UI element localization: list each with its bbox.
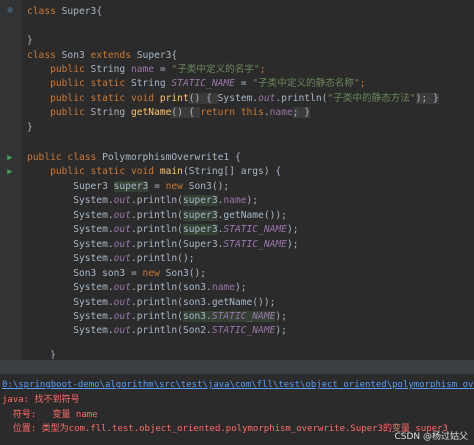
code-line-15: System.out.println(super3.getName()); — [27, 210, 287, 221]
error-file-path-link[interactable]: 0:\springboot-demo\algorithm\src\test\ja… — [2, 378, 474, 392]
code-line-19: Son3 son3 = new Son3(); — [27, 268, 207, 279]
error-location: 位置: 类型为com.fll.test.object_oriented.poly… — [2, 424, 448, 434]
panel-divider[interactable] — [0, 360, 474, 374]
code-line-4: class Son3 extends Super3{ — [27, 50, 178, 61]
code-line-7: public static void print() { System.out.… — [27, 93, 439, 104]
code-line-9: } — [27, 122, 33, 133]
gutter: ◎ ▶ ▶ — [0, 0, 22, 360]
code-line-21: System.out.println(son3.getName()); — [27, 297, 276, 308]
code-line-23: System.out.println(Son2.STATIC_NAME); — [27, 325, 287, 336]
code-line-6: public static String STATIC_NAME = "子类中定… — [27, 78, 366, 89]
code-line-20: System.out.println(son3.name); — [27, 282, 247, 293]
code-line-13: Super3 super3 = new Son3(); — [27, 181, 230, 192]
watermark: CSDN @杨过姑父 — [394, 432, 468, 442]
code-line-3: } — [27, 35, 33, 46]
run-class-icon[interactable]: ▶ — [4, 152, 16, 164]
run-main-icon[interactable]: ▶ — [4, 166, 16, 178]
error-message: java: 找不到符号 — [2, 395, 80, 405]
code-line-11: public class PolymorphismOverwrite1 { — [27, 152, 241, 163]
code-line-8: public String getName() { return this.na… — [27, 107, 311, 118]
code-line-22: System.out.println(son3.STATIC_NAME); — [27, 311, 287, 322]
code-line-18: System.out.println(); — [27, 253, 195, 264]
code-line-1: class Super3{ — [27, 6, 103, 17]
code-line-16: System.out.println(super3.STATIC_NAME); — [27, 224, 299, 235]
error-symbol: 符号: 变量 name — [2, 410, 98, 420]
code-line-24: } — [27, 350, 56, 359]
code-line-17: System.out.println(Super3.STATIC_NAME); — [27, 239, 299, 250]
code-line-5: public String name = "子类中定义的名字"; — [27, 64, 266, 75]
code-line-14: System.out.println(super3.name); — [27, 195, 259, 206]
code-editor[interactable]: ◎ ▶ ▶ class Super3{ } class Son3 extends… — [0, 0, 474, 360]
code-line-12: public static void main(String[] args) { — [27, 166, 282, 177]
overridden-method-icon[interactable]: ◎ — [4, 4, 16, 16]
